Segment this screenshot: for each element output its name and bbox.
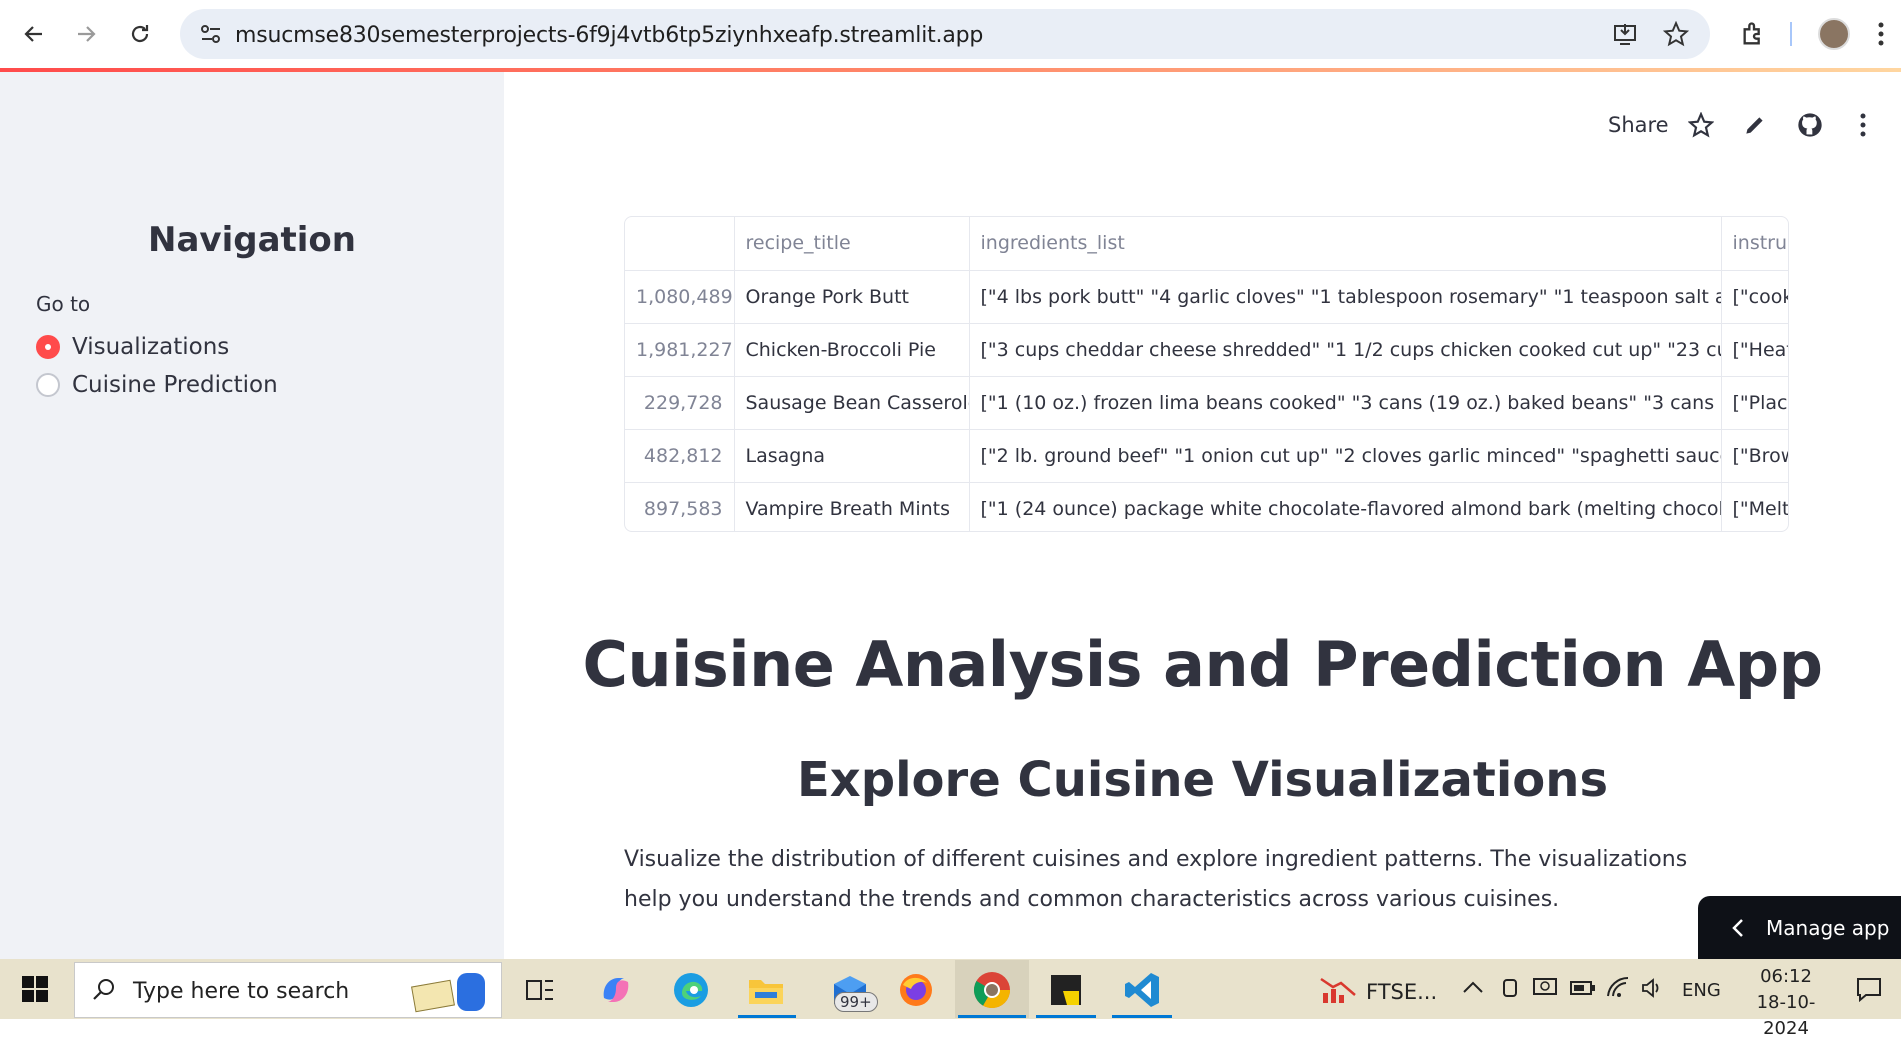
vscode-active-indicator: [1112, 1015, 1172, 1018]
mail-icon[interactable]: 99+: [820, 968, 880, 1012]
display-sync-icon[interactable]: [1532, 976, 1558, 1000]
row-index[interactable]: 897,583: [625, 482, 735, 531]
profile-avatar[interactable]: [1818, 18, 1850, 50]
column-header-index[interactable]: [625, 217, 735, 271]
column-header-ingredients-list[interactable]: ingredients_list: [969, 217, 1722, 271]
radio-option-label: Cuisine Prediction: [72, 372, 278, 398]
site-info-icon[interactable]: [200, 24, 222, 44]
radio-group-label: Go to: [36, 292, 91, 316]
browser-toolbar: msucmse830semesterprojects-6f9j4vtb6tp5z…: [0, 0, 1901, 70]
input-language[interactable]: ENG: [1682, 980, 1721, 1001]
battery-icon[interactable]: [1570, 980, 1596, 996]
forward-button[interactable]: [70, 18, 102, 50]
back-arrow-icon: [24, 26, 42, 42]
wifi-icon[interactable]: [1606, 976, 1630, 1000]
ftse-stock-icon[interactable]: [1316, 968, 1360, 1012]
copilot-icon[interactable]: [594, 968, 638, 1012]
recipes-dataframe[interactable]: recipe_title ingredients_list instruc 1,…: [624, 216, 1789, 532]
search-icon: [93, 979, 114, 1000]
toolbar-divider: [1790, 22, 1792, 46]
ftse-stock-label[interactable]: FTSE...: [1366, 980, 1437, 1004]
cell-recipe-title[interactable]: Chicken-Broccoli Pie: [734, 323, 970, 377]
row-index[interactable]: 229,728: [625, 376, 735, 430]
sticky-notes-icon[interactable]: [1044, 968, 1088, 1012]
cell-instructions[interactable]: ["cook: [1721, 270, 1788, 324]
table-row: 897,583 Vampire Breath Mints ["1 (24 oun…: [625, 482, 1788, 531]
cell-ingredients[interactable]: ["2 lb. ground beef" "1 onion cut up" "2…: [969, 429, 1722, 483]
vscode-icon[interactable]: [1120, 968, 1164, 1012]
sidebar: [0, 72, 504, 959]
star-icon[interactable]: [1688, 112, 1714, 138]
cell-instructions[interactable]: ["Melt: [1721, 482, 1788, 531]
radio-unselected-icon: [36, 373, 60, 397]
clock-time: 06:12: [1760, 966, 1812, 987]
radio-option-visualizations[interactable]: Visualizations: [36, 334, 229, 360]
volume-icon[interactable]: [1640, 976, 1664, 1000]
cell-ingredients[interactable]: ["4 lbs pork butt" "4 garlic cloves" "1 …: [969, 270, 1722, 324]
notification-center-icon[interactable]: [1856, 976, 1882, 1002]
browser-menu-icon[interactable]: [1876, 20, 1886, 48]
cell-ingredients[interactable]: ["1 (10 oz.) frozen lima beans cooked" "…: [969, 376, 1722, 430]
row-index[interactable]: 482,812: [625, 429, 735, 483]
forward-arrow-icon: [78, 26, 96, 42]
table-header-row: recipe_title ingredients_list instruc: [625, 217, 1788, 271]
address-bar[interactable]: msucmse830semesterprojects-6f9j4vtb6tp5z…: [180, 9, 1710, 59]
url-text: msucmse830semesterprojects-6f9j4vtb6tp5z…: [235, 23, 984, 48]
file-explorer-icon[interactable]: [744, 968, 788, 1012]
row-index[interactable]: 1,981,227: [625, 323, 735, 377]
edge-browser-icon[interactable]: [669, 968, 713, 1012]
radio-selected-icon: [36, 335, 60, 359]
share-button[interactable]: Share: [1608, 113, 1669, 137]
cell-instructions[interactable]: ["Heat: [1721, 323, 1788, 377]
windows-start-icon[interactable]: [22, 976, 48, 1002]
reload-icon: [131, 25, 149, 43]
meet-now-icon[interactable]: [1500, 976, 1522, 1000]
github-icon[interactable]: [1796, 111, 1824, 139]
firefox-icon[interactable]: [894, 968, 938, 1012]
cell-instructions[interactable]: ["Place: [1721, 376, 1788, 430]
chrome-active-indicator: [958, 1015, 1026, 1018]
system-clock[interactable]: 06:12 18-10-2024: [1736, 964, 1836, 1039]
back-button[interactable]: [18, 18, 50, 50]
row-index[interactable]: 1,080,489: [625, 270, 735, 324]
radio-option-cuisine-prediction[interactable]: Cuisine Prediction: [36, 372, 278, 398]
column-header-recipe-title[interactable]: recipe_title: [734, 217, 970, 271]
taskbar-search-box[interactable]: Type here to search: [74, 962, 502, 1018]
reload-button[interactable]: [124, 18, 156, 50]
section-description: Visualize the distribution of different …: [624, 847, 1688, 912]
cell-recipe-title[interactable]: Vampire Breath Mints: [734, 482, 970, 531]
sidebar-title: Navigation: [148, 220, 356, 260]
table-row: 482,812 Lasagna ["2 lb. ground beef" "1 …: [625, 429, 1788, 483]
bookmark-star-icon[interactable]: [1663, 21, 1689, 47]
extensions-icon[interactable]: [1740, 20, 1768, 48]
mail-unread-badge: 99+: [834, 992, 878, 1012]
cell-recipe-title[interactable]: Sausage Bean Casserole: [734, 376, 970, 430]
radio-option-label: Visualizations: [72, 334, 230, 360]
cell-recipe-title[interactable]: Lasagna: [734, 429, 970, 483]
search-highlight-illustration-icon: [405, 967, 495, 1013]
clock-date: 18-10-2024: [1756, 992, 1816, 1039]
show-hidden-icons-chevron-icon[interactable]: [1462, 980, 1484, 994]
sticky-notes-active-indicator: [1036, 1015, 1096, 1018]
cell-ingredients[interactable]: ["1 (24 ounce) package white chocolate-f…: [969, 482, 1722, 531]
manage-app-button[interactable]: Manage app: [1698, 896, 1901, 960]
search-placeholder: Type here to search: [133, 979, 350, 1004]
chrome-icon[interactable]: [970, 968, 1014, 1012]
cell-recipe-title[interactable]: Orange Pork Butt: [734, 270, 970, 324]
main-menu-icon[interactable]: [1858, 112, 1868, 138]
manage-app-label: Manage app: [1766, 916, 1890, 940]
section-heading: Explore Cuisine Visualizations: [796, 752, 1609, 808]
edit-pencil-icon[interactable]: [1742, 112, 1768, 138]
install-app-icon[interactable]: [1612, 21, 1638, 47]
file-explorer-active-indicator: [738, 1015, 796, 1018]
column-header-instructions[interactable]: instruc: [1721, 217, 1788, 271]
table-row: 1,981,227 Chicken-Broccoli Pie ["3 cups …: [625, 323, 1788, 377]
chevron-left-icon: [1732, 919, 1743, 937]
table-row: 1,080,489 Orange Pork Butt ["4 lbs pork …: [625, 270, 1788, 324]
cell-instructions[interactable]: ["Brow: [1721, 429, 1788, 483]
table-row: 229,728 Sausage Bean Casserole ["1 (10 o…: [625, 376, 1788, 430]
task-view-icon[interactable]: [518, 968, 562, 1012]
page-title: Cuisine Analysis and Prediction App: [582, 628, 1823, 701]
cell-ingredients[interactable]: ["3 cups cheddar cheese shredded" "1 1/2…: [969, 323, 1722, 377]
